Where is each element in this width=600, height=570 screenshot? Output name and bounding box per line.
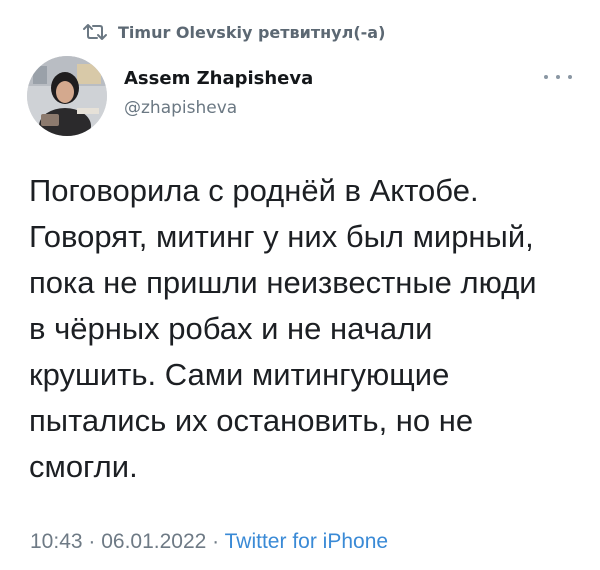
tweet-time[interactable]: 10:43 bbox=[30, 530, 83, 553]
tweet-source-link[interactable]: Twitter for iPhone bbox=[225, 530, 388, 553]
avatar[interactable] bbox=[27, 56, 107, 136]
dot bbox=[568, 75, 572, 79]
tweet-text: Поговорила с роднёй в Актобе. Говорят, м… bbox=[29, 168, 589, 490]
tweet-meta: 10:43 · 06.01.2022 · Twitter for iPhone bbox=[30, 530, 388, 554]
dot bbox=[544, 75, 548, 79]
tweet-line: Поговорила с роднёй в Актобе. bbox=[29, 173, 479, 208]
more-options-icon[interactable] bbox=[544, 72, 572, 82]
tweet-line: смогли. bbox=[29, 449, 138, 484]
tweet-line: пока не пришли неизвестные люди bbox=[29, 265, 537, 300]
tweet-line: в чёрных робах и не начали bbox=[29, 311, 433, 346]
dot bbox=[556, 75, 560, 79]
author-name[interactable]: Assem Zhapisheva bbox=[124, 68, 313, 89]
author-handle[interactable]: @zhapisheva bbox=[124, 98, 237, 118]
tweet-line: Говорят, митинг у них был мирный, bbox=[29, 219, 534, 254]
avatar-photo bbox=[27, 56, 107, 136]
tweet-line: пытались их остановить, но не bbox=[29, 403, 474, 438]
tweet-date[interactable]: 06.01.2022 bbox=[101, 530, 206, 553]
meta-separator: · bbox=[82, 530, 102, 553]
retweet-label[interactable]: Timur Olevskiy ретвитнул(-а) bbox=[118, 23, 385, 42]
tweet-line: крушить. Сами митингующие bbox=[29, 357, 450, 392]
retweet-icon bbox=[83, 24, 107, 40]
retweet-header: Timur Olevskiy ретвитнул(-а) bbox=[82, 20, 385, 44]
meta-separator: · bbox=[206, 530, 225, 553]
